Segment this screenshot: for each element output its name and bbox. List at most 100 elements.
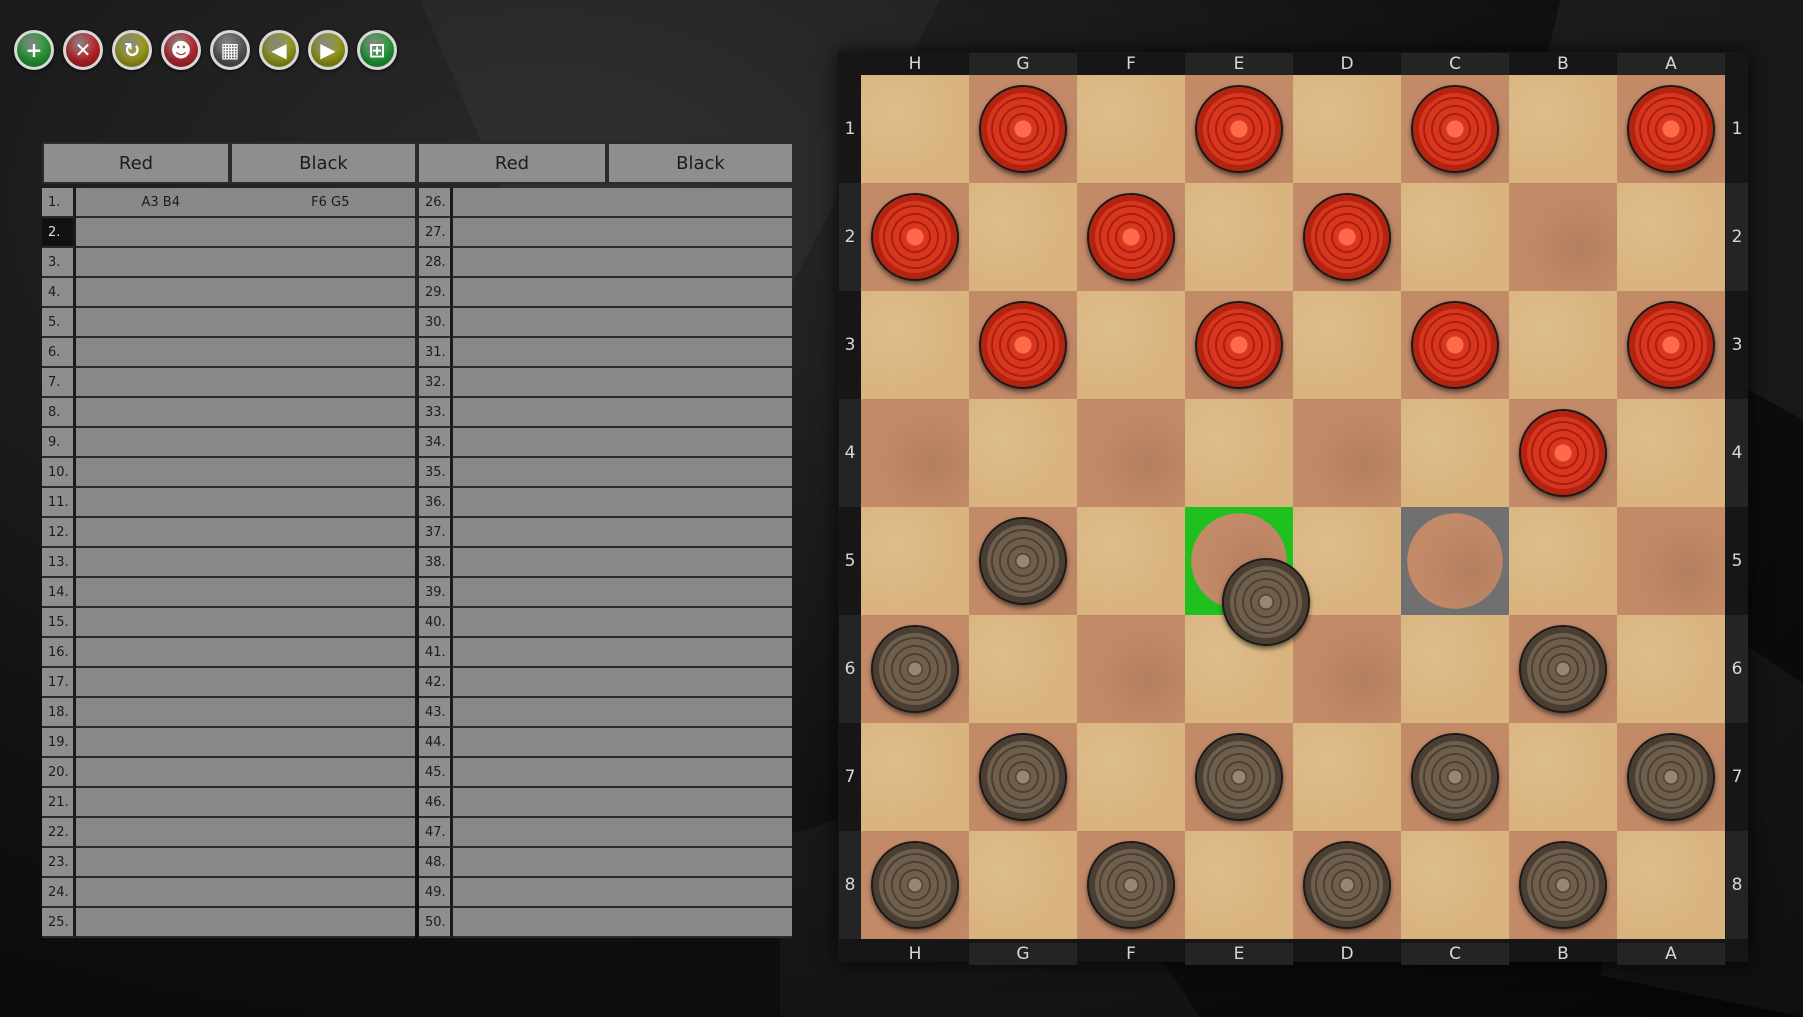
board-square-D4[interactable] <box>1293 399 1401 507</box>
move-row[interactable]: 12. <box>42 518 415 548</box>
board-square-C3[interactable] <box>1401 291 1509 399</box>
board-square-A1[interactable] <box>1617 75 1725 183</box>
move-row[interactable]: 37. <box>419 518 792 548</box>
red-piece[interactable] <box>1411 301 1499 389</box>
move-row[interactable]: 41. <box>419 638 792 668</box>
board-square-D6[interactable] <box>1293 615 1401 723</box>
board-square-B3[interactable] <box>1509 291 1617 399</box>
board-square-C6[interactable] <box>1401 615 1509 723</box>
board-square-D8[interactable] <box>1293 831 1401 939</box>
undo-button[interactable]: ◀ <box>259 30 299 70</box>
board-square-E5[interactable] <box>1185 507 1310 646</box>
board-square-C7[interactable] <box>1401 723 1509 831</box>
move-row[interactable]: 14. <box>42 578 415 608</box>
red-piece[interactable] <box>1519 409 1607 497</box>
move-row[interactable]: 38. <box>419 548 792 578</box>
board-square-F4[interactable] <box>1077 399 1185 507</box>
move-row[interactable]: 32. <box>419 368 792 398</box>
move-row[interactable]: 49. <box>419 878 792 908</box>
board-square-F8[interactable] <box>1077 831 1185 939</box>
move-row[interactable]: 50. <box>419 908 792 938</box>
board-square-G6[interactable] <box>969 615 1077 723</box>
board-square-F2[interactable] <box>1077 183 1185 291</box>
move-row[interactable]: 17. <box>42 668 415 698</box>
board-square-A3[interactable] <box>1617 291 1725 399</box>
move-row[interactable]: 2. <box>42 218 415 248</box>
move-row[interactable]: 6. <box>42 338 415 368</box>
move-row[interactable]: 46. <box>419 788 792 818</box>
board-square-H7[interactable] <box>861 723 969 831</box>
board-square-F7[interactable] <box>1077 723 1185 831</box>
board-square-H3[interactable] <box>861 291 969 399</box>
board-square-A7[interactable] <box>1617 723 1725 831</box>
move-row[interactable]: 16. <box>42 638 415 668</box>
board-square-B2[interactable] <box>1509 183 1617 291</box>
black-piece[interactable] <box>1303 841 1391 929</box>
board-square-E8[interactable] <box>1185 831 1293 939</box>
board-square-C8[interactable] <box>1401 831 1509 939</box>
board-square-G1[interactable] <box>969 75 1077 183</box>
black-piece[interactable] <box>1195 733 1283 821</box>
board-square-G2[interactable] <box>969 183 1077 291</box>
red-piece[interactable] <box>1411 85 1499 173</box>
move-row[interactable]: 33. <box>419 398 792 428</box>
board-square-E3[interactable] <box>1185 291 1293 399</box>
board-square-B7[interactable] <box>1509 723 1617 831</box>
board-square-H1[interactable] <box>861 75 969 183</box>
grid-button[interactable]: ▦ <box>210 30 250 70</box>
move-row[interactable]: 27. <box>419 218 792 248</box>
board-square-E1[interactable] <box>1185 75 1293 183</box>
red-piece[interactable] <box>979 85 1067 173</box>
move-row[interactable]: 13. <box>42 548 415 578</box>
move-row[interactable]: 26. <box>419 188 792 218</box>
move-row[interactable]: 40. <box>419 608 792 638</box>
move-row[interactable]: 20. <box>42 758 415 788</box>
board-square-A5[interactable] <box>1617 507 1725 615</box>
move-row[interactable]: 42. <box>419 668 792 698</box>
board-square-E4[interactable] <box>1185 399 1293 507</box>
black-piece[interactable] <box>1411 733 1499 821</box>
board-square-C1[interactable] <box>1401 75 1509 183</box>
board-square-D3[interactable] <box>1293 291 1401 399</box>
move-row[interactable]: 18. <box>42 698 415 728</box>
move-row[interactable]: 25. <box>42 908 415 938</box>
move-row[interactable]: 15. <box>42 608 415 638</box>
move-row[interactable]: 22. <box>42 818 415 848</box>
board-square-E7[interactable] <box>1185 723 1293 831</box>
board-square-C4[interactable] <box>1401 399 1509 507</box>
board-square-F6[interactable] <box>1077 615 1185 723</box>
move-row[interactable]: 39. <box>419 578 792 608</box>
board-square-G7[interactable] <box>969 723 1077 831</box>
board-square-A6[interactable] <box>1617 615 1725 723</box>
move-row[interactable]: 48. <box>419 848 792 878</box>
red-piece[interactable] <box>1627 301 1715 389</box>
red-piece[interactable] <box>979 301 1067 389</box>
move-row[interactable]: 24. <box>42 878 415 908</box>
red-piece[interactable] <box>1627 85 1715 173</box>
black-piece[interactable] <box>1519 841 1607 929</box>
close-game-button[interactable]: ✕ <box>63 30 103 70</box>
black-piece[interactable] <box>979 517 1067 605</box>
board-square-G3[interactable] <box>969 291 1077 399</box>
red-piece[interactable] <box>1303 193 1391 281</box>
board-square-H6[interactable] <box>861 615 969 723</box>
move-row[interactable]: 47. <box>419 818 792 848</box>
board-square-B8[interactable] <box>1509 831 1617 939</box>
black-piece[interactable] <box>1519 625 1607 713</box>
move-row[interactable]: 8. <box>42 398 415 428</box>
board-square-D2[interactable] <box>1293 183 1401 291</box>
board-square-F5[interactable] <box>1077 507 1185 615</box>
move-row[interactable]: 23. <box>42 848 415 878</box>
move-row[interactable]: 44. <box>419 728 792 758</box>
move-row[interactable]: 29. <box>419 278 792 308</box>
board-square-G8[interactable] <box>969 831 1077 939</box>
move-row[interactable]: 1. A3 B4 F6 G5 <box>42 188 415 218</box>
move-row[interactable]: 10. <box>42 458 415 488</box>
board-square-G4[interactable] <box>969 399 1077 507</box>
board-square-B6[interactable] <box>1509 615 1617 723</box>
move-row[interactable]: 5. <box>42 308 415 338</box>
red-piece[interactable] <box>871 193 959 281</box>
board-square-A2[interactable] <box>1617 183 1725 291</box>
move-row[interactable]: 19. <box>42 728 415 758</box>
board-square-C2[interactable] <box>1401 183 1509 291</box>
